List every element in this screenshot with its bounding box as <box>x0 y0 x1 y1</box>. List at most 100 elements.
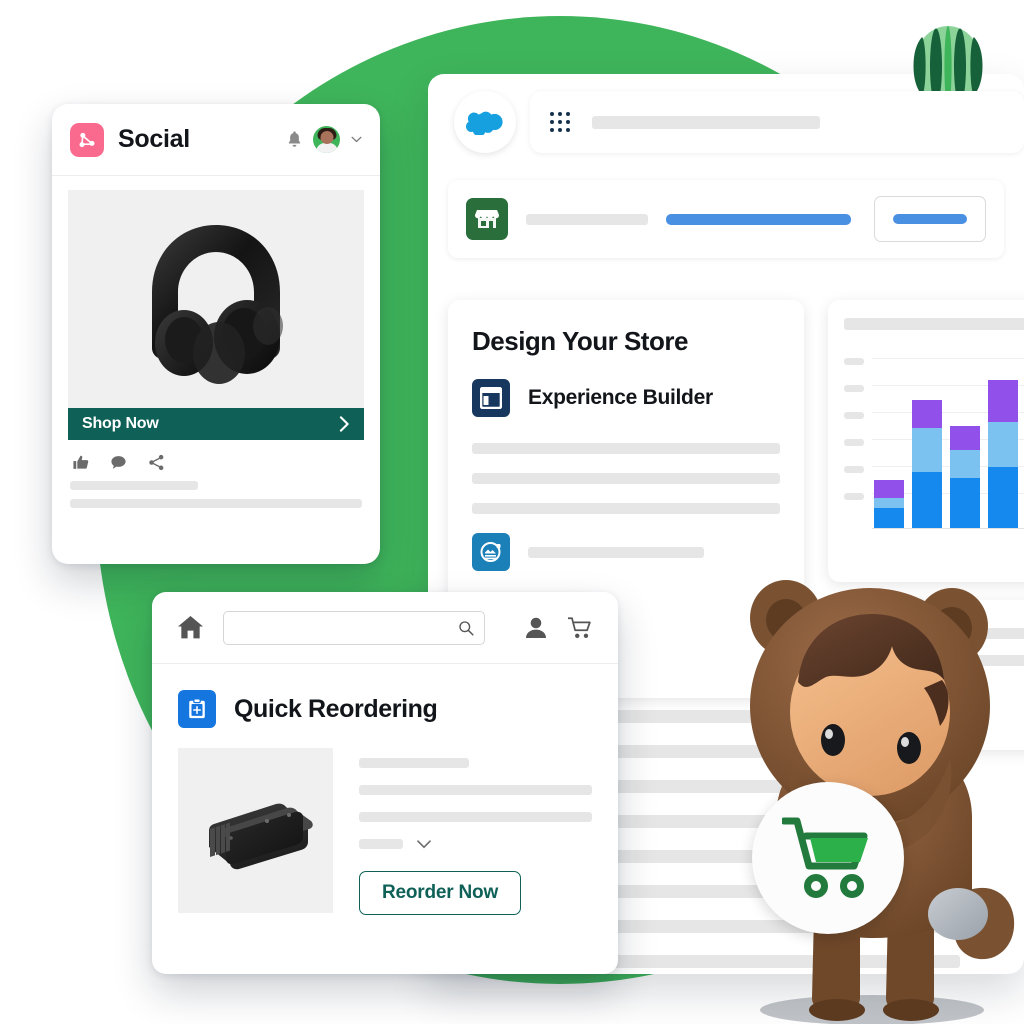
search-placeholder-bar <box>592 115 820 129</box>
theme-label-bar <box>528 546 704 558</box>
variant-selector[interactable] <box>359 839 592 849</box>
chart-bar-segment <box>912 428 942 472</box>
chevron-down-icon[interactable] <box>351 136 362 143</box>
placeholder-line <box>70 481 199 490</box>
chart-bar-segment <box>912 399 942 429</box>
gridline <box>872 358 1024 359</box>
search-icon <box>459 620 474 636</box>
stacked-bar-chart <box>844 358 1024 548</box>
chart-bar-segment <box>874 480 904 498</box>
mascot-foot-left <box>809 999 865 1021</box>
mascot-mitten-right[interactable] <box>928 888 988 940</box>
chart-bar-segment <box>912 471 942 528</box>
experience-builder-glyph <box>480 387 502 409</box>
chart-x-axis <box>872 528 1024 529</box>
placeholder-line <box>472 473 780 484</box>
mascot-eye-left <box>821 724 845 756</box>
chart-bar-segment <box>988 380 1018 422</box>
shop-now-label: Shop Now <box>82 415 159 432</box>
chart-bar-segment <box>874 508 904 528</box>
chart-bar <box>950 425 980 528</box>
mascot-shadow <box>760 995 984 1024</box>
salesforce-cloud-logo <box>454 91 516 153</box>
quick-reordering-header: Quick Reordering <box>152 664 618 728</box>
quick-reorder-details: Reorder Now <box>359 748 592 915</box>
share-network-glyph <box>79 132 95 147</box>
analytics-chart-card <box>828 300 1024 582</box>
placeholder-line <box>472 503 780 514</box>
product-image-headphones <box>68 190 364 408</box>
comment-icon[interactable] <box>110 454 127 471</box>
shopping-cart-icon[interactable] <box>568 616 592 639</box>
chart-title-bar <box>844 318 1024 330</box>
notification-bell-icon[interactable] <box>287 131 302 148</box>
social-card-header: Social <box>52 104 380 176</box>
thumbs-up-icon[interactable] <box>72 454 89 471</box>
y-tick-bar <box>844 385 864 392</box>
y-tick-bar <box>844 493 864 500</box>
chart-y-axis-labels <box>844 358 866 528</box>
chevron-right-icon <box>339 416 349 432</box>
quick-reordering-body: Reorder Now <box>152 728 618 915</box>
chart-bar <box>988 380 1018 528</box>
storefront-glyph <box>475 210 499 228</box>
product-image-speaker <box>178 748 333 913</box>
quick-reorder-clipboard-icon <box>178 690 216 728</box>
page-title: Design Your Store <box>472 326 688 356</box>
shop-now-button[interactable]: Shop Now <box>68 408 364 440</box>
placeholder-line <box>359 758 469 768</box>
store-link-bar[interactable] <box>666 213 851 225</box>
chart-bar <box>874 480 904 528</box>
y-tick-bar <box>844 466 864 473</box>
theme-image-icon <box>472 533 510 571</box>
share-icon[interactable] <box>148 454 165 471</box>
chart-bar-segment <box>988 467 1018 528</box>
chart-bar-segment <box>874 497 904 509</box>
home-icon[interactable] <box>178 616 203 639</box>
storefront-card: Quick Reordering Reorder Now <box>152 592 618 974</box>
app-launcher-grid-icon[interactable] <box>550 112 570 132</box>
y-tick-bar <box>844 358 864 365</box>
mascot-eye-right <box>897 732 921 764</box>
global-search-bar[interactable] <box>530 91 1024 153</box>
illustration-canvas: Design Your Store Experience Builder Soc… <box>0 0 1024 1024</box>
avatar[interactable] <box>313 126 340 153</box>
search-input[interactable] <box>223 610 485 645</box>
variant-value-bar <box>359 839 403 849</box>
social-card-title: Social <box>118 125 190 153</box>
experience-builder-row[interactable]: Experience Builder <box>472 379 780 417</box>
social-text-placeholders <box>52 471 380 508</box>
clipboard-plus-glyph <box>189 698 205 719</box>
theme-image-glyph <box>480 542 501 562</box>
storefront-nav-bar <box>152 592 618 664</box>
user-account-icon[interactable] <box>526 617 546 639</box>
placeholder-line <box>70 499 362 508</box>
chart-bar-segment <box>950 449 980 479</box>
chevron-down-icon[interactable] <box>417 839 431 849</box>
speaker-illustration <box>208 803 313 869</box>
chart-bar <box>912 399 942 528</box>
green-shopping-cart-icon <box>782 817 868 898</box>
mascot-eye-highlight-left <box>825 729 833 739</box>
chart-bar-segment <box>950 478 980 528</box>
store-action-button[interactable] <box>874 196 986 242</box>
shopping-cart-badge <box>752 782 904 934</box>
store-name-bar <box>526 213 648 225</box>
quick-reordering-title: Quick Reordering <box>234 694 438 723</box>
chart-bar-segment <box>950 425 980 450</box>
social-action-row <box>52 440 380 471</box>
chart-bars <box>874 376 1024 528</box>
store-action-label-bar <box>893 214 967 224</box>
y-tick-bar <box>844 412 864 419</box>
chart-bar-segment <box>988 421 1018 468</box>
placeholder-line <box>359 785 592 795</box>
reorder-now-button[interactable]: Reorder Now <box>359 871 522 915</box>
store-summary-row <box>448 180 1004 258</box>
experience-builder-icon <box>472 379 510 417</box>
social-post-card: Social Shop Now <box>52 104 380 564</box>
experience-builder-label: Experience Builder <box>528 386 713 409</box>
y-tick-bar <box>844 439 864 446</box>
headphones-illustration <box>152 225 283 384</box>
mascot-eye-highlight-right <box>901 737 909 747</box>
storefront-nav-actions <box>526 616 592 639</box>
